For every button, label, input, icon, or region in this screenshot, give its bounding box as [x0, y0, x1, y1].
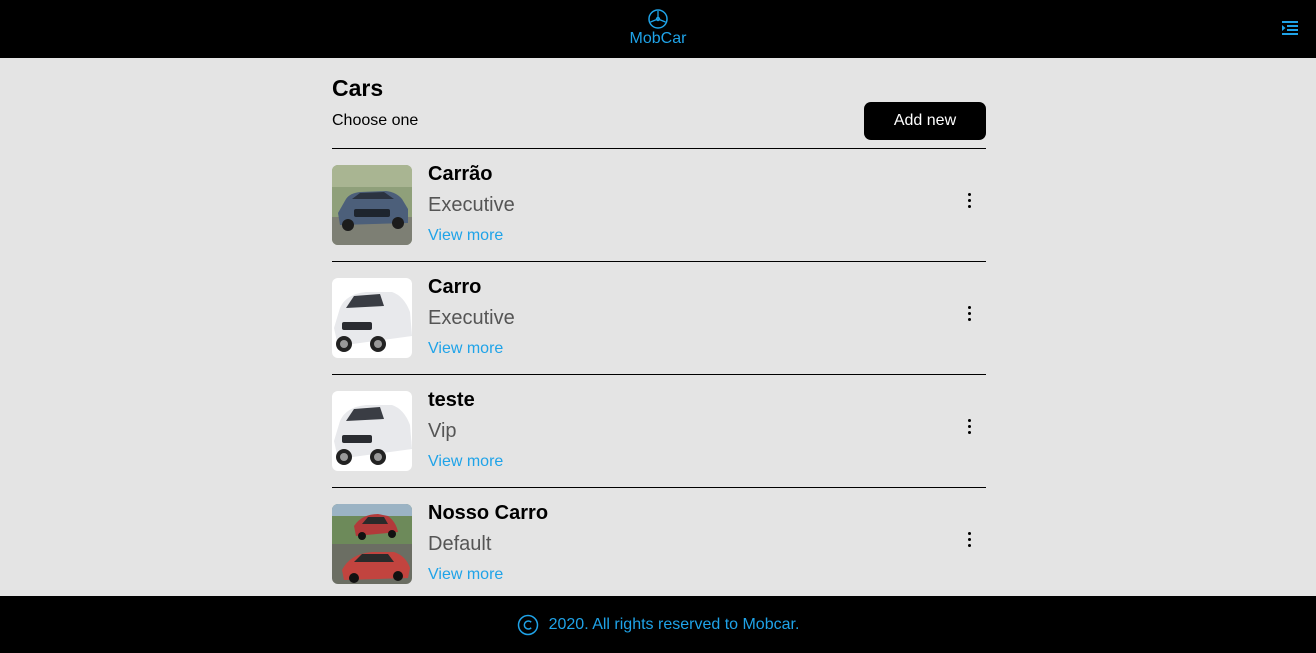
top-navbar: MobCar [0, 0, 1316, 58]
car-category: Vip [428, 420, 457, 442]
add-new-button[interactable]: Add new [864, 102, 986, 140]
view-more-link[interactable]: View more [428, 453, 503, 471]
view-more-link[interactable]: View more [428, 227, 503, 245]
car-thumbnail[interactable] [332, 391, 412, 471]
car-list: Carrão Executive View more Carro Executi… [332, 148, 986, 600]
page-title: Cars [332, 75, 384, 101]
car-list-item: Nosso Carro Default View more [332, 487, 986, 600]
car-category: Default [428, 533, 492, 555]
brand-name: MobCar [629, 30, 687, 47]
car-list-item: Carrão Executive View more [332, 148, 986, 261]
car-list-item: Carro Executive View more [332, 261, 986, 374]
more-options-icon[interactable] [964, 306, 974, 326]
car-thumbnail[interactable] [332, 278, 412, 358]
view-more-link[interactable]: View more [428, 340, 503, 358]
car-thumbnail[interactable] [332, 165, 412, 245]
footer-copyright-text: 2020. All rights reserved to Mobcar. [548, 615, 800, 633]
car-category: Executive [428, 194, 515, 216]
view-more-link[interactable]: View more [428, 566, 503, 584]
car-thumbnail[interactable] [332, 504, 412, 584]
car-list-item: teste Vip View more [332, 374, 986, 487]
car-category: Executive [428, 307, 515, 329]
brand[interactable]: MobCar [0, 8, 1316, 48]
car-name: Carrão [428, 163, 493, 185]
car-name: Nosso Carro [428, 502, 549, 524]
more-options-icon[interactable] [964, 193, 974, 213]
footer: 2020. All rights reserved to Mobcar. [0, 596, 1316, 653]
car-name: Carro [428, 276, 482, 298]
more-options-icon[interactable] [964, 419, 974, 439]
more-options-icon[interactable] [964, 532, 974, 552]
menu-collapse-icon[interactable] [1280, 18, 1300, 38]
copyright-icon [517, 614, 538, 635]
car-name: teste [428, 389, 475, 411]
steering-wheel-icon [648, 9, 668, 29]
page-subtitle: Choose one [332, 112, 419, 129]
